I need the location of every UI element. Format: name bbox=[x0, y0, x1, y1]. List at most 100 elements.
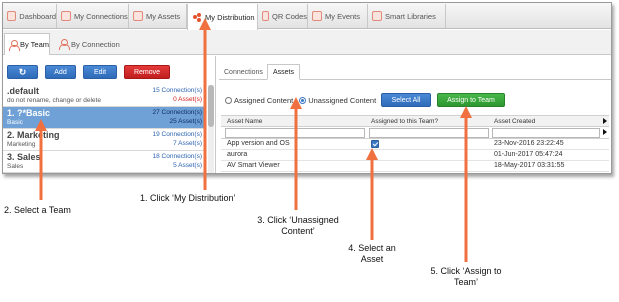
tab-my-distribution[interactable]: My Distribution bbox=[187, 4, 258, 30]
tab-assets[interactable]: Assets bbox=[267, 64, 301, 80]
assigned-filter[interactable] bbox=[369, 128, 489, 138]
table-row[interactable]: App version and OS 23-Nov-2016 23:22:45 bbox=[221, 139, 609, 150]
tab-connections[interactable]: Connections bbox=[219, 64, 268, 80]
team-name: 2. Marketing bbox=[7, 130, 60, 140]
team-row-sales[interactable]: 3. Sales Sales 18 Connection(s) 5 Asset(… bbox=[3, 151, 206, 173]
distribution-icon bbox=[192, 12, 202, 22]
team-row-basic[interactable]: 1. ?*Basic Basic 27 Connection(s) 25 Ass… bbox=[3, 107, 206, 129]
team-assets-count[interactable]: 7 Asset(s) bbox=[173, 140, 202, 147]
team-description: Basic bbox=[7, 119, 23, 126]
asset-created-cell: 01-Jun-2017 05:47:24 bbox=[494, 151, 563, 158]
asset-created-cell: 23-Nov-2016 23:22:45 bbox=[494, 140, 564, 147]
table-row[interactable]: aurora 01-Jun-2017 05:47:24 bbox=[221, 150, 609, 161]
unassigned-content-radio[interactable] bbox=[299, 96, 307, 104]
refresh-button[interactable]: ↻ bbox=[7, 65, 38, 79]
assigned-checkbox[interactable] bbox=[371, 140, 379, 148]
callout-4-line-2: Asset bbox=[360, 254, 384, 264]
callout-3-line-1: 3. Click ‘Unassigned bbox=[257, 215, 339, 225]
edit-team-button[interactable]: Edit bbox=[83, 65, 117, 79]
person-icon bbox=[59, 39, 70, 50]
column-asset-name[interactable]: Asset Name bbox=[227, 118, 262, 125]
callout-5-line-1: 5. Click ‘Assign to bbox=[430, 266, 502, 276]
panel-tabs: Connections Assets bbox=[219, 62, 611, 80]
team-connections-count[interactable]: 27 Connection(s) bbox=[153, 109, 203, 116]
assets-icon bbox=[133, 11, 143, 21]
column-assigned[interactable]: Assigned to this Team? bbox=[371, 118, 438, 125]
tab-smart-libraries[interactable]: Smart Libraries bbox=[368, 4, 446, 28]
grid-header: Asset Name Assigned to this Team? Asset … bbox=[221, 115, 609, 127]
tab-label: My Connections bbox=[74, 11, 128, 21]
team-name: 3. Sales bbox=[7, 152, 41, 162]
teams-panel: ↻ Add Edit Remove .default do not rename… bbox=[3, 56, 216, 173]
asset-created-filter[interactable] bbox=[492, 128, 600, 138]
assets-grid: Asset Name Assigned to this Team? Asset … bbox=[221, 115, 609, 172]
assigned-content-radio[interactable] bbox=[225, 96, 232, 104]
team-description: do not rename, change or delete bbox=[7, 97, 101, 104]
tab-label: By Team bbox=[19, 40, 49, 49]
table-row[interactable]: AV Smart Viewer 18-May-2017 03:31:55 bbox=[221, 161, 609, 172]
tab-label: Dashboard bbox=[19, 11, 56, 21]
callout-3: 3. Click ‘Unassigned Content’ bbox=[246, 215, 350, 237]
callout-4: 4. Select an Asset bbox=[334, 243, 410, 265]
asset-name-cell: App version and OS bbox=[227, 140, 290, 147]
remove-team-button[interactable]: Remove bbox=[124, 65, 170, 79]
tab-label: QR Codes bbox=[271, 11, 307, 21]
tab-label: My Assets bbox=[146, 11, 181, 21]
team-name: .default bbox=[7, 86, 40, 96]
team-assets-count[interactable]: 0 Asset(s) bbox=[173, 96, 202, 103]
content-filter: Assigned Content Unassigned Content bbox=[225, 94, 376, 106]
column-asset-created[interactable]: Asset Created bbox=[494, 118, 535, 125]
tab-by-team[interactable]: By Team bbox=[4, 33, 50, 55]
callout-2: 2. Select a Team bbox=[4, 205, 71, 215]
tab-my-events[interactable]: My Events bbox=[308, 4, 368, 28]
add-team-button[interactable]: Add bbox=[45, 65, 76, 79]
tab-dashboard[interactable]: Dashboard bbox=[3, 4, 57, 28]
callout-3-line-2: Content’ bbox=[281, 226, 315, 236]
tab-label: Smart Libraries bbox=[385, 11, 436, 21]
callout-5: 5. Click ‘Assign to Team’ bbox=[414, 266, 518, 288]
qr-code-icon bbox=[262, 11, 269, 21]
scrollbar-thumb[interactable] bbox=[208, 85, 214, 127]
team-list: .default do not rename, change or delete… bbox=[3, 85, 206, 173]
team-connections-count[interactable]: 19 Connection(s) bbox=[153, 131, 203, 138]
team-connections-count[interactable]: 18 Connection(s) bbox=[153, 153, 203, 160]
team-assets-count[interactable]: 5 Asset(s) bbox=[173, 162, 202, 169]
team-list-scrollbar[interactable] bbox=[208, 85, 214, 173]
tab-label: My Events bbox=[325, 11, 361, 21]
team-connections-count[interactable]: 15 Connection(s) bbox=[153, 87, 203, 94]
asset-name-cell: aurora bbox=[227, 151, 248, 158]
team-row-marketing[interactable]: 2. Marketing Marketing 19 Connection(s) … bbox=[3, 129, 206, 151]
select-all-button[interactable]: Select All bbox=[381, 93, 431, 107]
team-row-default[interactable]: .default do not rename, change or delete… bbox=[3, 85, 206, 107]
tab-by-connection[interactable]: By Connection bbox=[55, 33, 125, 55]
assets-panel: Connections Assets Assigned Content Unas… bbox=[219, 56, 611, 173]
team-assets-count[interactable]: 25 Asset(s) bbox=[169, 118, 202, 125]
tutorial-screenshot: Dashboard My Connections My Assets My Di… bbox=[0, 0, 619, 302]
tab-qr-codes[interactable]: QR Codes bbox=[258, 4, 308, 28]
events-icon bbox=[312, 11, 322, 21]
connections-icon bbox=[61, 11, 71, 21]
assign-to-team-button[interactable]: Assign to Team bbox=[437, 93, 505, 107]
tab-my-assets[interactable]: My Assets bbox=[129, 4, 187, 28]
callout-5-line-2: Team’ bbox=[453, 277, 478, 287]
scroll-right-icon[interactable] bbox=[603, 118, 607, 124]
libraries-icon bbox=[372, 11, 382, 21]
dashboard-icon bbox=[7, 11, 17, 21]
asset-name-filter[interactable] bbox=[225, 128, 365, 138]
tab-my-connections[interactable]: My Connections bbox=[57, 4, 129, 28]
asset-name-cell: AV Smart Viewer bbox=[227, 162, 280, 169]
unassigned-content-label: Unassigned Content bbox=[308, 95, 377, 105]
team-description: Marketing bbox=[7, 141, 36, 148]
asset-created-cell: 18-May-2017 03:31:55 bbox=[494, 162, 565, 169]
app-window: Dashboard My Connections My Assets My Di… bbox=[2, 2, 612, 174]
top-nav-bar: Dashboard My Connections My Assets My Di… bbox=[3, 3, 611, 30]
callout-1: 1. Click ‘My Distribution’ bbox=[140, 193, 236, 203]
filter-scroll-right-icon[interactable] bbox=[603, 129, 607, 135]
tab-label: My Distribution bbox=[205, 12, 255, 22]
assigned-content-label: Assigned Content bbox=[234, 95, 294, 105]
sub-nav-bar: By Team By Connection bbox=[3, 30, 611, 55]
tab-label: By Connection bbox=[71, 39, 120, 49]
team-icon bbox=[9, 39, 20, 51]
team-name: 1. ?*Basic bbox=[7, 108, 51, 118]
grid-filter-row bbox=[221, 127, 609, 139]
